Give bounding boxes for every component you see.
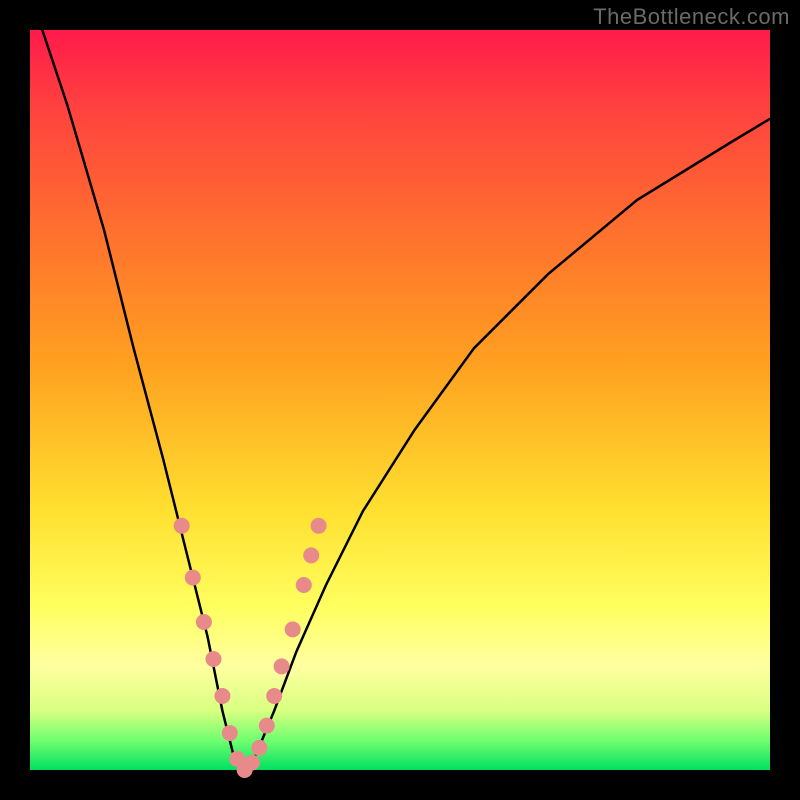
marker-point <box>206 651 222 667</box>
marker-point <box>259 718 275 734</box>
marker-point <box>214 688 230 704</box>
marker-point <box>222 725 238 741</box>
marker-point <box>251 740 267 756</box>
marker-point <box>285 621 301 637</box>
marker-point <box>303 547 319 563</box>
highlight-markers <box>174 518 327 778</box>
chart-frame: TheBottleneck.com <box>0 0 800 800</box>
marker-point <box>244 755 260 771</box>
marker-point <box>311 518 327 534</box>
marker-point <box>266 688 282 704</box>
marker-point <box>196 614 212 630</box>
plot-area <box>30 30 770 770</box>
chart-svg <box>30 30 770 770</box>
marker-point <box>185 570 201 586</box>
marker-point <box>274 658 290 674</box>
marker-point <box>296 577 312 593</box>
marker-point <box>174 518 190 534</box>
watermark-text: TheBottleneck.com <box>593 4 790 30</box>
bottleneck-curve <box>30 0 770 770</box>
